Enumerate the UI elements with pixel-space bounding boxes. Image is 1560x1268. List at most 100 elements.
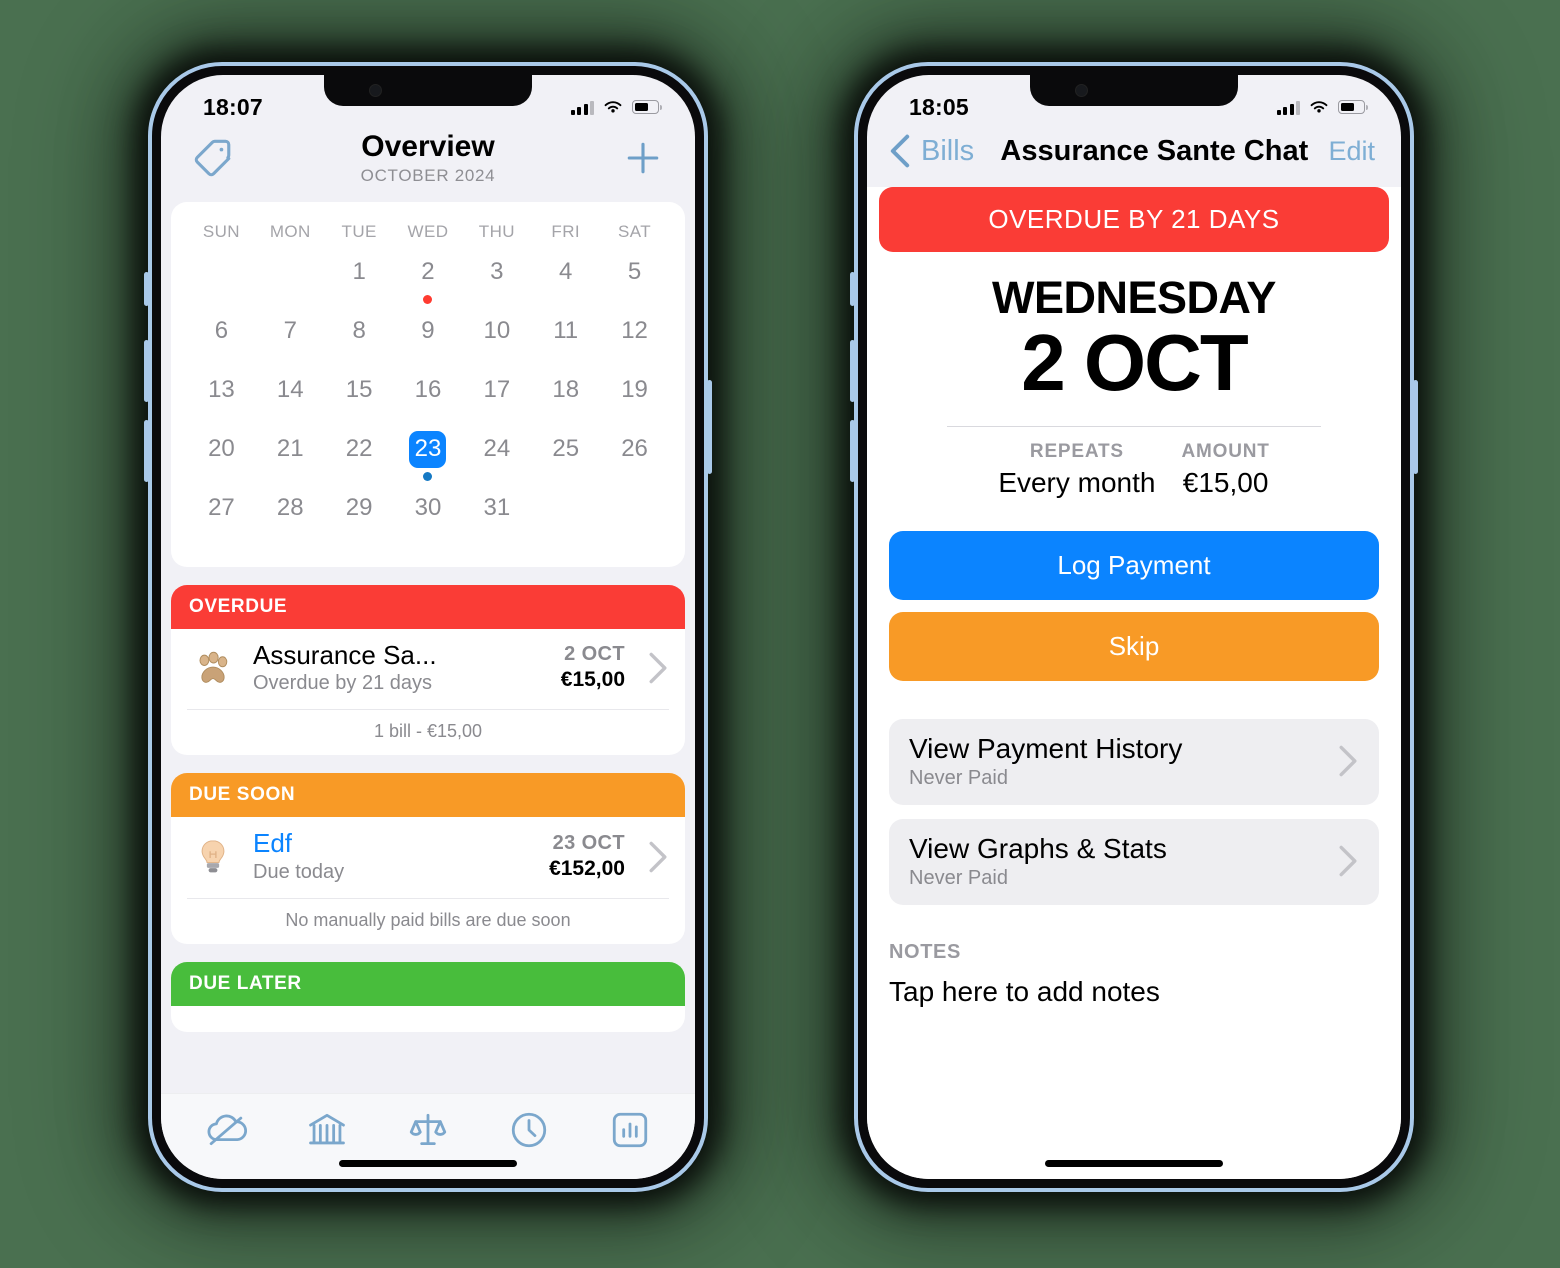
calendar-day-number: 10 <box>483 317 511 344</box>
overview-title-block: Overview OCTOBER 2024 <box>235 131 621 186</box>
power-button[interactable] <box>707 380 712 474</box>
cellular-bars-icon <box>1276 100 1300 115</box>
volume-down-button[interactable] <box>144 420 149 482</box>
calendar-day-cell[interactable]: 2 <box>394 254 463 313</box>
bill-status: Due today <box>253 861 345 884</box>
bill-amounts: 23 OCT €152,00 <box>549 832 625 881</box>
chevron-right-icon <box>649 841 667 873</box>
volume-up-button[interactable] <box>850 340 855 402</box>
calendar-day-cell[interactable]: 7 <box>256 313 325 372</box>
bill-navbar: Bills Assurance Sante Chat Edit <box>867 125 1401 187</box>
calendar-day-cell[interactable]: 11 <box>531 313 600 372</box>
calendar-day-cell[interactable]: 3 <box>462 254 531 313</box>
calendar-day-cell[interactable]: 8 <box>325 313 394 372</box>
chevron-right-icon <box>649 652 667 684</box>
calendar-weekday-row: SUN MON TUE WED THU FRI SAT <box>187 216 669 254</box>
calendar-day-cell[interactable]: 23 <box>394 430 463 490</box>
mute-switch[interactable] <box>144 272 149 306</box>
calendar-day-cell[interactable]: 26 <box>600 431 669 490</box>
home-indicator <box>339 1160 517 1167</box>
calendar-day-number: 27 <box>208 494 235 521</box>
bill-info: Edf Due today <box>253 829 535 884</box>
cellular-bars-icon <box>570 100 594 115</box>
calendar-day-number: 31 <box>483 494 511 521</box>
view-graphs-stats-item[interactable]: View Graphs & Stats Never Paid <box>889 818 1379 905</box>
meta-repeats-value: Every month <box>998 466 1156 498</box>
overview-scroll-area[interactable]: SUN MON TUE WED THU FRI SAT 1 2 3 4 5 6 7 8 9 10 11 12 13 1… <box>161 201 695 1094</box>
section-overdue: OVERDUE Assurance Sa... Overdue by 21 da… <box>171 584 685 756</box>
cloud-slash-icon[interactable] <box>205 1109 247 1151</box>
bar-chart-icon[interactable] <box>609 1109 651 1151</box>
calendar-day-number: 8 <box>352 317 366 344</box>
bill-row-due-soon[interactable]: Edf Due today 23 OCT €152,00 <box>171 817 685 898</box>
bill-status: Overdue by 21 days <box>253 672 432 695</box>
section-header-due-later: DUE LATER <box>171 962 685 1007</box>
home-indicator <box>1045 1160 1223 1167</box>
calendar-day-cell[interactable]: 9 <box>394 313 463 372</box>
bill-row-overdue[interactable]: Assurance Sa... Overdue by 21 days 2 OCT… <box>171 629 685 710</box>
notes-placeholder[interactable]: Tap here to add notes <box>889 976 1379 1008</box>
back-button-label[interactable]: Bills <box>921 135 974 168</box>
calendar-day-cell[interactable]: 15 <box>325 372 394 431</box>
notes-label: NOTES <box>889 940 961 963</box>
calendar-day-cell[interactable]: 16 <box>394 372 463 431</box>
calendar-day-marker-dot <box>423 294 433 304</box>
calendar-day-number: 24 <box>483 435 511 462</box>
chevron-left-icon[interactable] <box>887 133 913 169</box>
calendar-day-cell[interactable]: 22 <box>325 431 394 490</box>
calendar-day-number: 21 <box>276 435 304 462</box>
calendar-day-cell[interactable]: 5 <box>600 254 669 313</box>
mute-switch[interactable] <box>850 272 855 306</box>
volume-up-button[interactable] <box>144 340 149 402</box>
calendar-day-number: 22 <box>345 435 373 462</box>
bill-date: 2 OCT <box>564 643 625 666</box>
skip-button[interactable]: Skip <box>889 611 1379 681</box>
bill-meta-row: REPEATS Every month AMOUNT €15,00 <box>867 441 1401 499</box>
log-payment-button[interactable]: Log Payment <box>889 530 1379 600</box>
plus-icon[interactable] <box>621 136 665 180</box>
calendar-day-cell[interactable]: 10 <box>462 313 531 372</box>
calendar-day-cell[interactable]: 1 <box>325 254 394 313</box>
view-payment-history-item[interactable]: View Payment History Never Paid <box>889 718 1379 805</box>
calendar-day-cell[interactable]: 25 <box>531 431 600 490</box>
calendar-day-cell[interactable]: 21 <box>256 431 325 490</box>
calendar-day-cell[interactable]: 27 <box>187 490 256 549</box>
status-time: 18:07 <box>203 93 263 120</box>
notes-section[interactable]: NOTES Tap here to add notes <box>889 941 1379 1008</box>
calendar-day-cell[interactable]: 18 <box>531 372 600 431</box>
section-footer-due-soon: No manually paid bills are due soon <box>187 898 669 944</box>
calendar-day-cell[interactable]: 4 <box>531 254 600 313</box>
calendar-grid[interactable]: 1 2 3 4 5 6 7 8 9 10 11 12 13 14 15 16 17 18 19 20 21 22 23 24 2… <box>187 254 669 549</box>
calendar-day-cell[interactable]: 14 <box>256 372 325 431</box>
bill-day-of-week: WEDNESDAY <box>992 272 1276 323</box>
calendar-day-cell[interactable]: 20 <box>187 431 256 490</box>
volume-down-button[interactable] <box>850 420 855 482</box>
bill-date: 23 OCT <box>552 832 625 855</box>
clock-icon[interactable] <box>508 1109 550 1151</box>
calendar-day-cell[interactable]: 13 <box>187 372 256 431</box>
calendar-day-cell[interactable]: 24 <box>462 431 531 490</box>
bank-icon[interactable] <box>306 1109 348 1151</box>
calendar-day-number: 1 <box>352 258 366 285</box>
calendar-day-cell[interactable]: 29 <box>325 490 394 549</box>
calendar-day-cell[interactable]: 19 <box>600 372 669 431</box>
calendar-day-number: 17 <box>483 376 511 403</box>
calendar-day-cell[interactable]: 28 <box>256 490 325 549</box>
edit-button[interactable]: Edit <box>1328 136 1375 167</box>
section-header-overdue: OVERDUE <box>171 584 685 629</box>
status-bar-left: 18:07 <box>161 75 695 125</box>
power-button[interactable] <box>1413 380 1418 474</box>
bill-detail-title: Assurance Sante Chat <box>1000 134 1309 167</box>
calendar-day-number: 9 <box>421 317 435 344</box>
calendar-day-cell[interactable]: 17 <box>462 372 531 431</box>
section-due-soon: DUE SOON Edf Due today 23 OCT €152,00 No… <box>171 773 685 945</box>
status-time: 18:05 <box>909 93 969 120</box>
calendar-day-cell[interactable]: 6 <box>187 313 256 372</box>
scales-icon[interactable] <box>407 1109 449 1151</box>
page-subtitle: OCTOBER 2024 <box>360 165 496 185</box>
tag-icon[interactable] <box>191 136 235 180</box>
calendar-week-row: 6 7 8 9 10 11 12 <box>187 313 669 372</box>
calendar-day-cell[interactable]: 12 <box>600 313 669 372</box>
calendar-day-cell[interactable]: 31 <box>462 490 531 549</box>
calendar-day-cell[interactable]: 30 <box>394 490 463 549</box>
